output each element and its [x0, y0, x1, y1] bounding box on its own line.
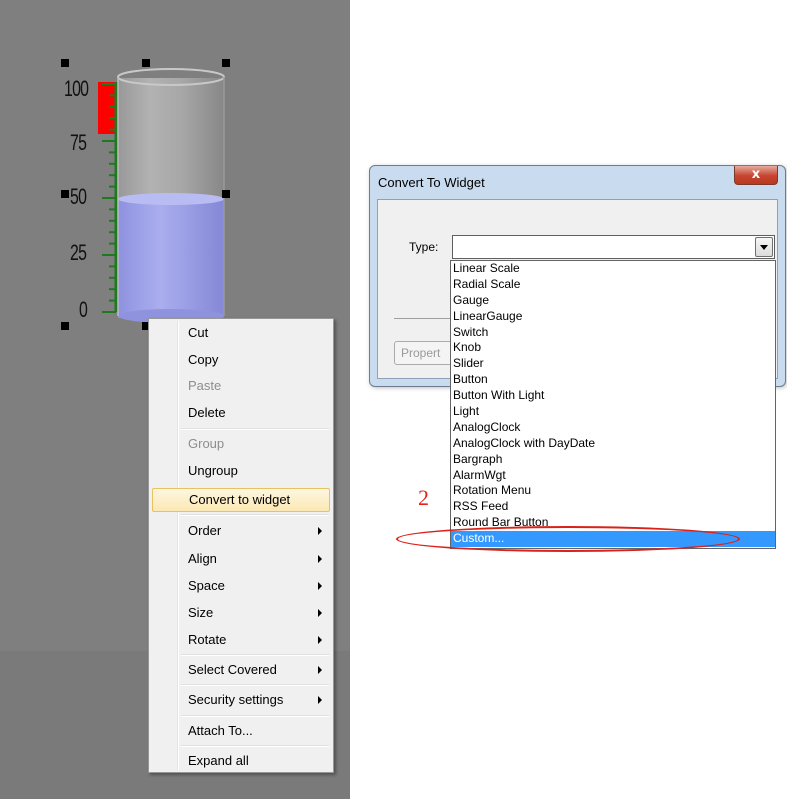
menu-item-label: Copy	[188, 352, 219, 367]
menu-separator	[181, 514, 329, 516]
menu-separator	[181, 745, 329, 747]
selection-handle-right[interactable]	[222, 190, 230, 198]
menu-item-label: Space	[188, 578, 225, 593]
menu-item-label: Attach To...	[188, 723, 253, 738]
dialog-close-button[interactable]: x	[734, 166, 778, 185]
menu-item-align[interactable]: Align	[152, 547, 330, 571]
menu-item-expand-all[interactable]: Expand all	[152, 749, 330, 773]
dropdown-option[interactable]: Button With Light	[451, 388, 775, 404]
dropdown-option[interactable]: Light	[451, 404, 775, 420]
dropdown-option[interactable]: AnalogClock	[451, 420, 775, 436]
menu-item-label: Expand all	[188, 753, 249, 768]
menu-item-label: Size	[188, 605, 214, 620]
menu-item-select-covered[interactable]: Select Covered	[152, 658, 330, 682]
dropdown-option[interactable]: Knob	[451, 340, 775, 356]
menu-item-order[interactable]: Order	[152, 519, 330, 543]
menu-item-label: Rotate	[188, 632, 227, 647]
menu-separator	[181, 654, 329, 656]
dropdown-option[interactable]: AnalogClock with DayDate	[451, 436, 775, 452]
dropdown-option[interactable]: Button	[451, 372, 775, 388]
submenu-arrow-icon	[318, 555, 322, 563]
menu-item-cut[interactable]: Cut	[152, 321, 330, 345]
submenu-arrow-icon	[318, 609, 322, 617]
scale-ruler	[98, 82, 118, 313]
menu-item-label: Order	[188, 523, 222, 538]
selection-handle-bottom-left[interactable]	[61, 322, 69, 330]
highlight-ellipse	[396, 526, 740, 552]
selection-handle-left[interactable]	[61, 190, 69, 198]
menu-separator	[181, 684, 329, 686]
selection-handle-top-right[interactable]	[222, 59, 230, 67]
menu-item-label: Security settings	[188, 692, 284, 707]
menu-item-group[interactable]: Group	[152, 432, 330, 456]
dialog-divider	[394, 318, 454, 319]
menu-item-ungroup[interactable]: Ungroup	[152, 459, 330, 483]
context-menu: Cut Copy Paste Delete Group Ungroup Conv…	[148, 318, 334, 773]
step-annotation-2: 2	[418, 485, 429, 510]
dropdown-option[interactable]: Switch	[451, 325, 775, 341]
menu-item-size[interactable]: Size	[152, 601, 330, 625]
menu-separator	[181, 428, 329, 430]
submenu-arrow-icon	[318, 527, 322, 535]
menu-item-label: Group	[188, 436, 225, 451]
close-icon: x	[751, 167, 761, 182]
dropdown-option[interactable]: LinearGauge	[451, 309, 775, 325]
type-combobox[interactable]	[452, 235, 775, 259]
liquid-level	[118, 198, 224, 316]
dropdown-option[interactable]: RSS Feed	[451, 499, 775, 515]
dropdown-option[interactable]: Radial Scale	[451, 277, 775, 293]
dropdown-option[interactable]: AlarmWgt	[451, 468, 775, 484]
menu-item-rotate[interactable]: Rotate	[152, 628, 330, 652]
menu-separator	[181, 715, 329, 717]
menu-item-attach-to[interactable]: Attach To...	[152, 719, 330, 743]
menu-item-label: Paste	[188, 378, 222, 393]
menu-item-label: Delete	[188, 405, 226, 420]
tank-gauge-widget[interactable]	[0, 0, 350, 340]
submenu-arrow-icon	[318, 696, 322, 704]
dialog-title: Convert To Widget	[378, 175, 485, 190]
type-dropdown-list: Linear Scale Radial Scale Gauge LinearGa…	[450, 260, 776, 549]
glass-cylinder	[117, 68, 225, 323]
type-label: Type:	[409, 240, 439, 254]
chevron-down-icon	[760, 245, 768, 250]
submenu-arrow-icon	[318, 582, 322, 590]
menu-item-delete[interactable]: Delete	[152, 401, 330, 425]
dropdown-option[interactable]: Rotation Menu	[451, 483, 775, 499]
menu-item-paste[interactable]: Paste	[152, 374, 330, 398]
dropdown-option[interactable]: Bargraph	[451, 452, 775, 468]
menu-item-label: Align	[188, 551, 217, 566]
menu-item-label: Ungroup	[188, 463, 238, 478]
selection-handle-top-left[interactable]	[61, 59, 69, 67]
selection-handle-top[interactable]	[142, 59, 150, 67]
menu-item-label: Convert to widget	[189, 492, 291, 507]
menu-item-security-settings[interactable]: Security settings	[152, 688, 330, 712]
menu-item-copy[interactable]: Copy	[152, 348, 330, 372]
menu-item-convert-to-widget[interactable]: Convert to widget	[152, 488, 330, 512]
menu-item-label: Cut	[188, 325, 209, 340]
combobox-dropdown-button[interactable]	[755, 237, 773, 257]
properties-button-label: Propert	[401, 346, 441, 360]
menu-item-label: Select Covered	[188, 662, 277, 677]
submenu-arrow-icon	[318, 666, 322, 674]
dropdown-option[interactable]: Gauge	[451, 293, 775, 309]
menu-item-space[interactable]: Space	[152, 574, 330, 598]
dropdown-option[interactable]: Linear Scale	[451, 261, 775, 277]
dropdown-option[interactable]: Slider	[451, 356, 775, 372]
submenu-arrow-icon	[318, 636, 322, 644]
